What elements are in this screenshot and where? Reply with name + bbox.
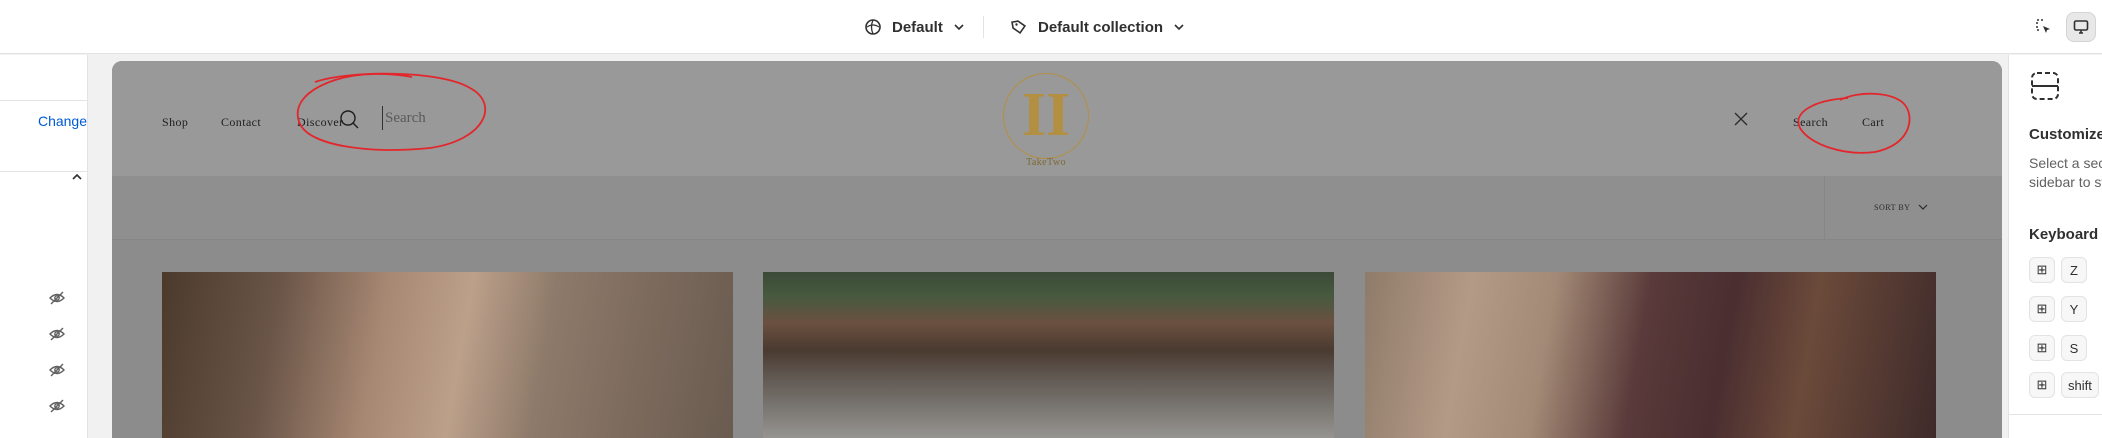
customize-title: Customize [2029,126,2102,143]
shortcut-key: shift [2061,372,2099,398]
modifier-key: ⊞ [2029,372,2055,398]
sidebar-divider [2009,414,2102,415]
annotation-circle-search-field [296,72,487,151]
modifier-key: ⊞ [2029,296,2055,322]
shortcut-row: ⊞ Y [2029,296,2087,322]
section-layout-icon [2031,72,2059,100]
right-sidebar: Customize Select a sec sidebar to st Key… [2008,55,2102,438]
shortcut-key: S [2061,335,2087,361]
modifier-key: ⊞ [2029,257,2055,283]
keyboard-shortcuts-title: Keyboard s [2029,226,2102,243]
shortcut-row: ⊞ shift [2029,372,2099,398]
shortcut-row: ⊞ Z [2029,257,2087,283]
annotation-circle-header-search [1797,92,1911,154]
shortcut-row: ⊞ S [2029,335,2087,361]
shortcut-key: Z [2061,257,2087,283]
customize-description: Select a sec sidebar to st [2029,155,2102,190]
modifier-key: ⊞ [2029,335,2055,361]
shortcut-key: Y [2061,296,2087,322]
annotation-overlay [296,72,1911,154]
